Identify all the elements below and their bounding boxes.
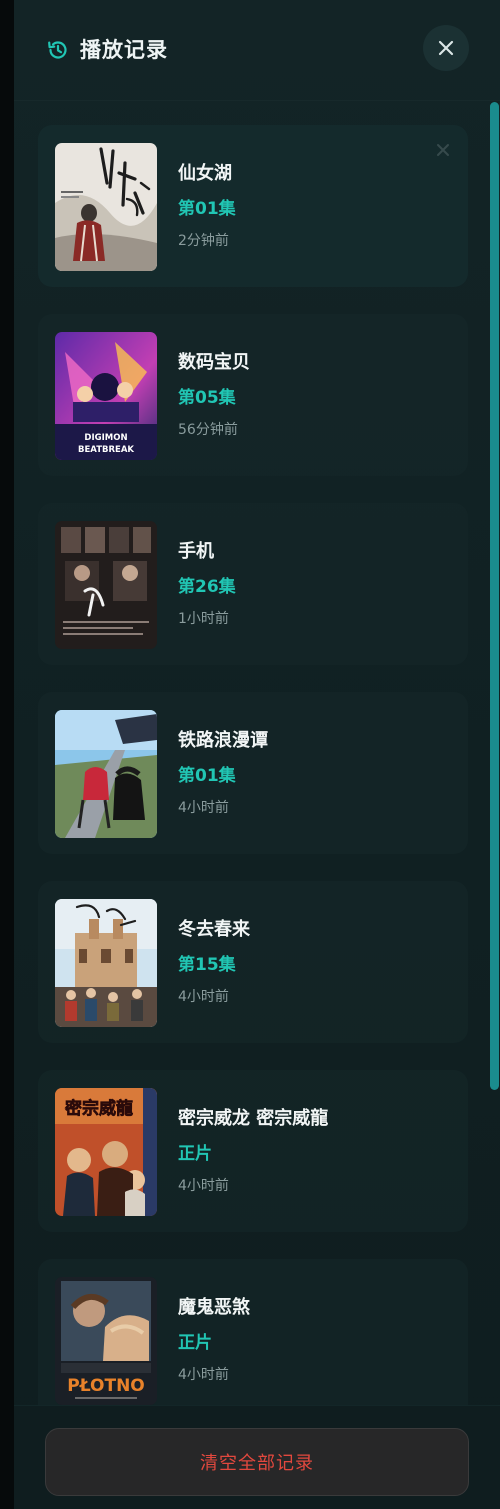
poster-image (55, 143, 157, 271)
poster-logo-line-1: DIGIMON (84, 433, 127, 443)
history-item[interactable]: 铁路浪漫谭 第01集 4小时前 (38, 692, 468, 854)
history-icon (46, 38, 70, 62)
item-title: 数码宝贝 (178, 352, 250, 373)
item-episode: 第05集 (178, 388, 236, 408)
poster-image: 密宗威龍 (55, 1088, 157, 1216)
item-time: 4小时前 (178, 800, 229, 816)
history-item[interactable]: 密宗威龍 密宗威龙 密宗威龍 正片 4小时前 (38, 1070, 468, 1232)
close-icon (438, 40, 454, 56)
item-title: 仙女湖 (178, 163, 232, 184)
item-title: 手机 (178, 541, 214, 562)
history-item[interactable]: 冬去春来 第15集 4小时前 (38, 881, 468, 1043)
close-icon (437, 144, 449, 156)
item-episode: 正片 (178, 1144, 212, 1164)
history-item[interactable]: DIGIMON BEATBREAK 数码宝贝 第05集 56分钟前 (38, 314, 468, 476)
item-episode: 正片 (178, 1333, 212, 1353)
remove-item-button[interactable] (432, 139, 454, 161)
poster-image (55, 710, 157, 838)
item-time: 1小时前 (178, 611, 229, 627)
close-button[interactable] (423, 25, 469, 71)
page-backdrop (0, 0, 14, 1509)
item-episode: 第01集 (178, 766, 236, 786)
item-title: 魔鬼恶煞 (178, 1297, 250, 1318)
item-time: 4小时前 (178, 1178, 229, 1194)
item-title: 铁路浪漫谭 (178, 730, 268, 751)
item-time: 4小时前 (178, 989, 229, 1005)
panel-title: 播放记录 (80, 38, 168, 62)
item-title: 密宗威龙 密宗威龍 (178, 1108, 329, 1129)
poster-image: PŁOTNO (55, 1277, 157, 1405)
panel-header: 播放记录 (14, 0, 500, 101)
history-list: 仙女湖 第01集 2分钟前 DIGIMON BEATBREAK 数码宝贝 第05… (14, 100, 490, 1405)
poster-image (55, 899, 157, 1027)
panel-footer: 清空全部记录 (14, 1405, 500, 1509)
history-panel: 播放记录 仙女湖 第01集 2分钟前 DIGIMON BEATBREAK 数码宝… (14, 0, 500, 1509)
item-episode: 第01集 (178, 199, 236, 219)
item-time: 4小时前 (178, 1367, 229, 1383)
poster-image (55, 521, 157, 649)
poster-logo-line-2: BEATBREAK (78, 445, 134, 455)
poster-title-text: 密宗威龍 (65, 1098, 133, 1119)
poster-image: DIGIMON BEATBREAK (55, 332, 157, 460)
history-item[interactable]: 手机 第26集 1小时前 (38, 503, 468, 665)
poster-title-text: PŁOTNO (67, 1376, 145, 1396)
history-item[interactable]: PŁOTNO 魔鬼恶煞 正片 4小时前 (38, 1259, 468, 1405)
history-item[interactable]: 仙女湖 第01集 2分钟前 (38, 125, 468, 287)
item-episode: 第15集 (178, 955, 236, 975)
scrollbar-thumb[interactable] (490, 102, 499, 1090)
item-time: 56分钟前 (178, 422, 238, 438)
item-episode: 第26集 (178, 577, 236, 597)
item-time: 2分钟前 (178, 233, 229, 249)
clear-all-history-button[interactable]: 清空全部记录 (45, 1428, 469, 1496)
item-title: 冬去春来 (178, 919, 250, 940)
